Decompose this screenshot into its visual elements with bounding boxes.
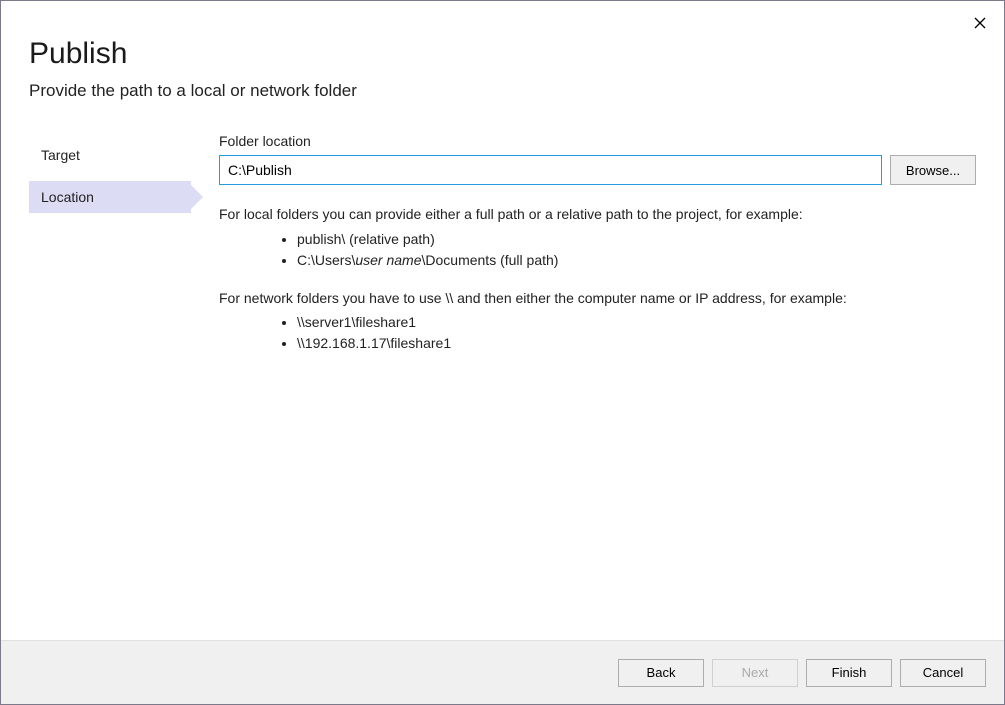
dialog-footer: Back Next Finish Cancel [1, 640, 1004, 704]
help-local-example-2: C:\Users\user name\Documents (full path) [297, 250, 976, 271]
help-network-intro: For network folders you have to use \\ a… [219, 289, 976, 309]
help-network-example-2: \\192.168.1.17\fileshare1 [297, 333, 976, 354]
browse-button[interactable]: Browse... [890, 155, 976, 185]
back-button[interactable]: Back [618, 659, 704, 687]
help-local-intro: For local folders you can provide either… [219, 205, 976, 225]
finish-button[interactable]: Finish [806, 659, 892, 687]
cancel-button[interactable]: Cancel [900, 659, 986, 687]
sidebar-item-location[interactable]: Location [29, 181, 191, 213]
close-icon [974, 17, 986, 29]
dialog-header: Publish Provide the path to a local or n… [1, 1, 1004, 111]
dialog-title: Publish [29, 37, 976, 71]
sidebar-item-label: Location [41, 189, 94, 205]
help-network-example-1: \\server1\fileshare1 [297, 312, 976, 333]
wizard-sidebar: Target Location [1, 133, 191, 640]
sidebar-item-label: Target [41, 147, 80, 163]
help-local-example-1: publish\ (relative path) [297, 229, 976, 250]
close-button[interactable] [966, 9, 994, 37]
help-text: For local folders you can provide either… [219, 205, 976, 354]
folder-location-input[interactable] [219, 155, 882, 185]
next-button[interactable]: Next [712, 659, 798, 687]
main-panel: Folder location Browse... For local fold… [191, 133, 976, 640]
dialog-subtitle: Provide the path to a local or network f… [29, 81, 976, 101]
sidebar-item-target[interactable]: Target [29, 139, 191, 171]
folder-location-label: Folder location [219, 133, 976, 149]
